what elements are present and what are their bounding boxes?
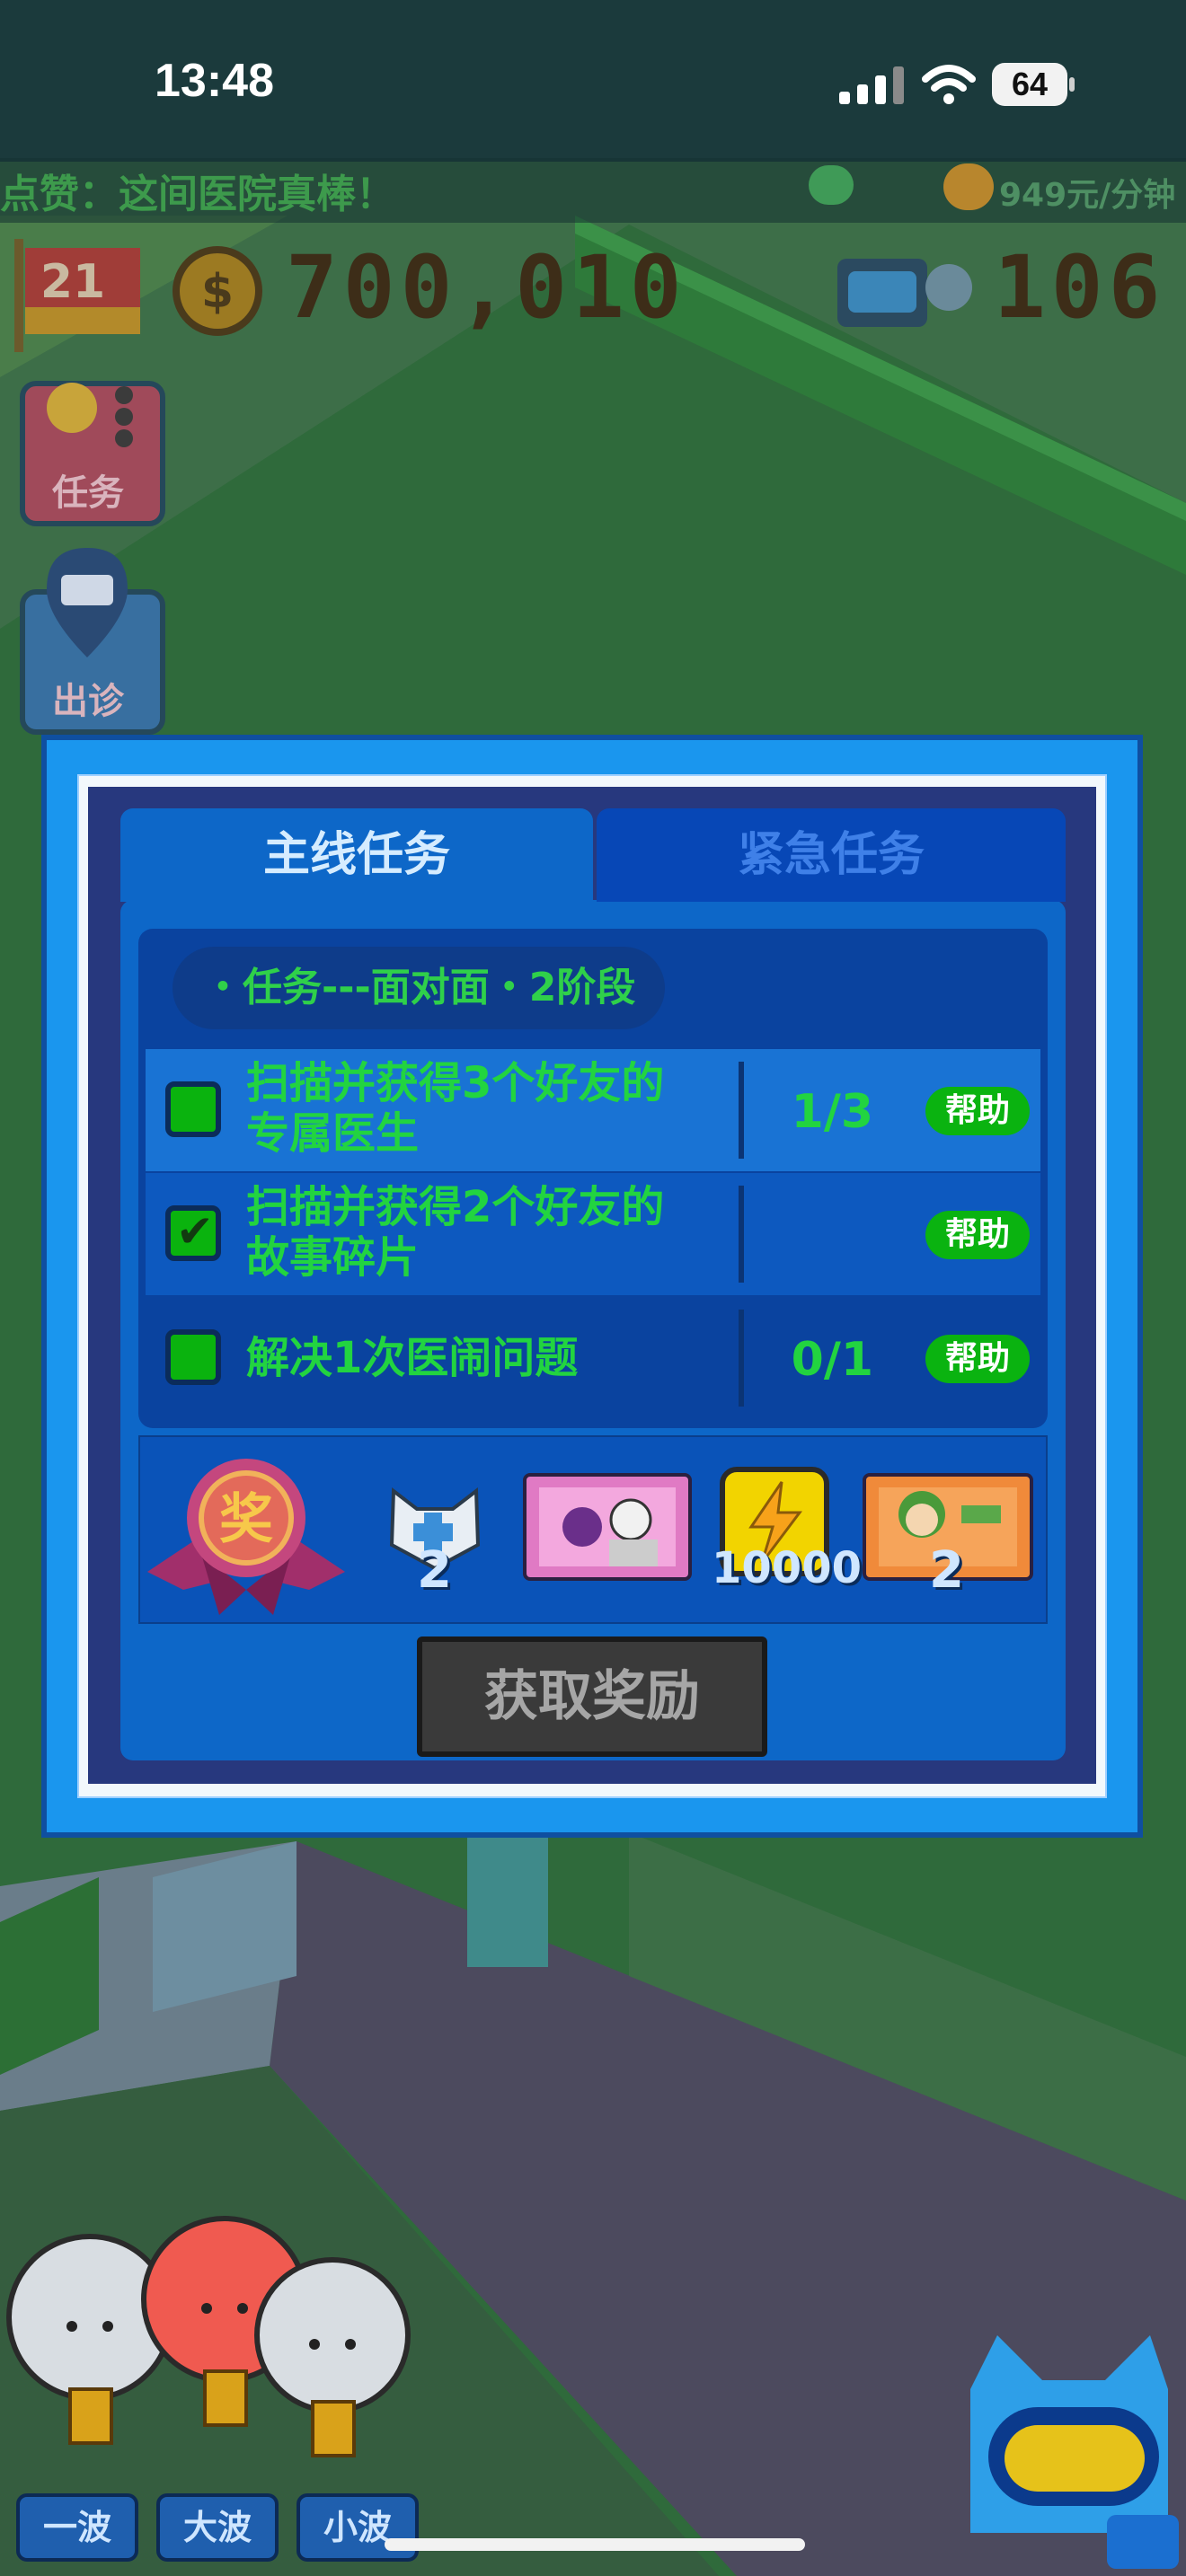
lightbulb-icon xyxy=(47,383,133,447)
task-checkbox xyxy=(165,1081,221,1137)
chat-icon[interactable] xyxy=(809,165,854,205)
task-row: ✔ 扫描并获得2个好友的 故事碎片 帮助 xyxy=(146,1173,1040,1295)
help-button[interactable]: 帮助 xyxy=(925,1335,1030,1383)
wifi-icon xyxy=(922,65,976,104)
reward-count: 10000 xyxy=(712,1543,862,1593)
task-row: 解决1次医闹问题 0/1 帮助 xyxy=(146,1297,1040,1419)
task-checkbox-checked: ✔ xyxy=(165,1205,221,1261)
task-progress: 0/1 xyxy=(791,1333,873,1387)
player-level: 21 xyxy=(40,255,106,309)
secondary-currency: 106 xyxy=(994,237,1165,338)
task-progress: 1/3 xyxy=(791,1085,873,1139)
outcall-side-label: 出诊 xyxy=(52,681,124,722)
help-button[interactable]: 帮助 xyxy=(925,1087,1030,1135)
task-side-label: 任务 xyxy=(52,472,124,514)
ambulance-pin-icon xyxy=(47,548,128,657)
reward-medal-icon: 奖 xyxy=(147,1459,345,1615)
doctor-card-icon xyxy=(523,1473,692,1581)
wave-button-one[interactable]: 一波 xyxy=(16,2493,138,2562)
coin-balance-value: 700,010 xyxy=(286,237,687,338)
medicine-box-icon[interactable] xyxy=(834,248,978,338)
coin-balance: 700,010 xyxy=(286,237,687,338)
signal-icon xyxy=(839,66,904,104)
piggy-bank-icon xyxy=(943,163,994,210)
status-time: 13:48 xyxy=(155,55,274,107)
reward-count: 2 xyxy=(929,1541,964,1600)
reward-medal-text: 奖 xyxy=(219,1488,273,1551)
task-checkbox xyxy=(165,1329,221,1385)
row-divider xyxy=(739,1186,744,1283)
ticker-message: 点赞：这间医院真棒！ xyxy=(0,172,395,217)
task-description-line2: 故事碎片 xyxy=(246,1232,420,1283)
wave-button-small[interactable]: 小波 xyxy=(296,2493,419,2562)
lightbulb-characters xyxy=(6,2216,411,2457)
reward-count: 2 xyxy=(417,1541,452,1600)
battery-tip xyxy=(1069,77,1075,92)
income-rate: 949元/分钟 xyxy=(999,177,1176,214)
secondary-currency-value: 106 xyxy=(994,237,1166,338)
task-description-line1: 扫描并获得2个好友的 xyxy=(246,1182,665,1232)
checkmark-icon: ✔ xyxy=(176,1205,214,1257)
task-row: 扫描并获得3个好友的 专属医生 1/3 帮助 xyxy=(146,1049,1040,1171)
svg-text:$: $ xyxy=(201,265,234,319)
tab-main-tasks[interactable]: 主线任务 xyxy=(120,808,593,902)
task-description: 扫描并获得2个好友的 故事碎片 xyxy=(246,1182,893,1283)
claim-reward-button[interactable]: 获取奖励 xyxy=(417,1636,767,1757)
row-divider xyxy=(739,1310,744,1407)
help-button[interactable]: 帮助 xyxy=(925,1211,1030,1259)
row-divider xyxy=(739,1062,744,1159)
tab-urgent-tasks[interactable]: 紧急任务 xyxy=(597,808,1066,902)
battery-indicator: 64 xyxy=(992,63,1067,106)
wave-button-big[interactable]: 大波 xyxy=(156,2493,279,2562)
home-indicator[interactable] xyxy=(385,2538,805,2551)
coin-icon: $ xyxy=(173,246,262,336)
task-stage-title: ・任务---面对面・2阶段 xyxy=(173,947,665,1029)
